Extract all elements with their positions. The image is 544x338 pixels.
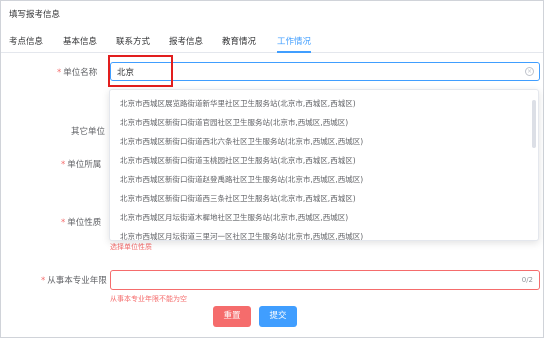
suggestion-item[interactable]: 北京市西城区月坛街道三里河一区社区卫生服务站(北京市,西城区,西城区)	[110, 227, 538, 240]
years-label: * 从事本专业年限	[41, 274, 107, 286]
reset-button[interactable]: 重置	[213, 306, 251, 327]
suggestion-dropdown: 北京市西城区展览路街道新华里社区卫生服务站(北京市,西城区,西城区) 北京市西城…	[109, 89, 539, 241]
tab-basic-info[interactable]: 基本信息	[63, 35, 97, 47]
clear-icon[interactable]: ×	[525, 67, 534, 76]
suggestion-item[interactable]: 北京市西城区月坛街道木樨地社区卫生服务站(北京市,西城区,西城区)	[110, 208, 538, 227]
tab-bar: 考点信息 基本信息 联系方式 报考信息 教育情况 工作情况	[1, 31, 543, 53]
unit-nature-label-text: 单位性质	[67, 218, 102, 228]
required-star: *	[41, 276, 46, 286]
form-window: 填写报考信息 考点信息 基本信息 联系方式 报考信息 教育情况 工作情况 * 单位…	[0, 0, 544, 338]
required-star: *	[57, 68, 62, 78]
unit-name-input[interactable]: 北京 ×	[110, 62, 540, 81]
required-star: *	[61, 218, 66, 228]
tab-contact[interactable]: 联系方式	[116, 35, 150, 47]
tab-work[interactable]: 工作情况	[277, 35, 311, 47]
years-label-text: 从事本专业年限	[47, 276, 107, 286]
unit-affiliation-label: * 单位所属	[61, 158, 101, 170]
suggestion-item[interactable]: 北京市西城区新街口街道西北六条社区卫生服务站(北京市,西城区,西城区)	[110, 132, 538, 151]
years-error: 从事本专业年限不能为空	[110, 295, 187, 303]
suggestion-item[interactable]: 北京市西城区新街口街道玉桃园社区卫生服务站(北京市,西城区,西城区)	[110, 151, 538, 170]
unit-name-label-text: 单位名称	[63, 68, 98, 78]
dropdown-scrollbar[interactable]	[532, 100, 536, 148]
suggestion-item[interactable]: 北京市西城区新街口街道官园社区卫生服务站(北京市,西城区,西城区)	[110, 113, 538, 132]
suggestion-item[interactable]: 北京市西城区展览路街道新华里社区卫生服务站(北京市,西城区,西城区)	[110, 94, 538, 113]
tab-application-info[interactable]: 报考信息	[169, 35, 203, 47]
years-input[interactable]: 0/2	[110, 270, 540, 290]
suggestion-item[interactable]: 北京市西城区新街口街道西三条社区卫生服务站(北京市,西城区,西城区)	[110, 189, 538, 208]
page-title: 填写报考信息	[9, 10, 61, 20]
unit-affiliation-label-text: 单位所属	[67, 160, 102, 170]
tab-exam-site[interactable]: 考点信息	[9, 35, 43, 47]
highlight-box	[108, 55, 173, 87]
tab-education[interactable]: 教育情况	[222, 35, 256, 47]
unit-nature-label: * 单位性质	[61, 216, 101, 228]
suggestion-item[interactable]: 北京市西城区新街口街道赵登禹路社区卫生服务站(北京市,西城区,西城区)	[110, 170, 538, 189]
submit-button[interactable]: 提交	[259, 306, 297, 327]
other-unit-label: 其它单位	[71, 127, 106, 137]
unit-name-label: * 单位名称	[57, 66, 97, 78]
unit-nature-error: 选择单位性质	[110, 243, 152, 251]
required-star: *	[61, 160, 66, 170]
active-tab-indicator	[277, 51, 311, 53]
years-char-counter: 0/2	[521, 276, 533, 284]
